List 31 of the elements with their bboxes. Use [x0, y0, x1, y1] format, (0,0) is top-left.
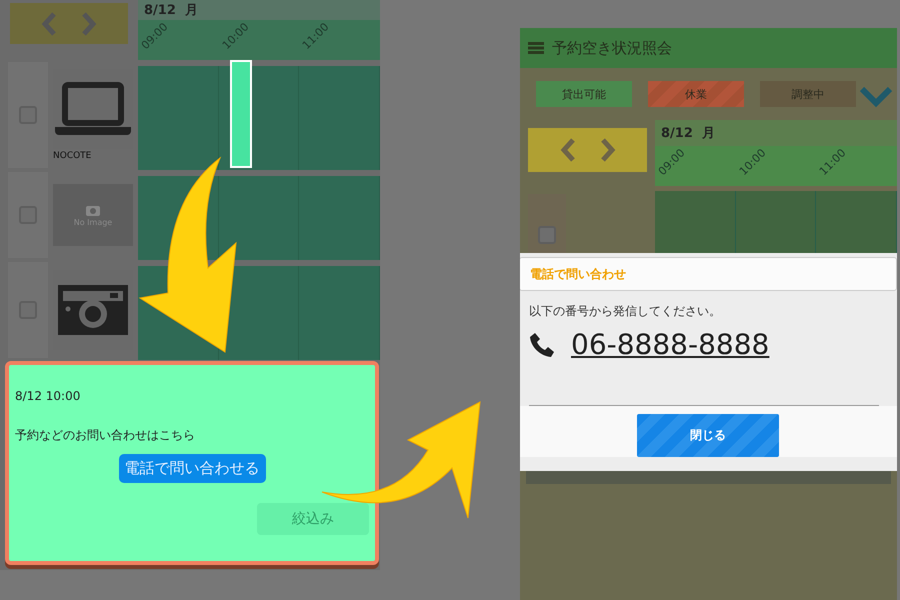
legend-tag: 休業 — [648, 81, 744, 107]
chevron-down-icon — [859, 86, 893, 108]
chevron-right-icon — [81, 10, 97, 36]
camera-icon — [86, 204, 100, 216]
legend-tag: 貸出可能 — [536, 81, 632, 107]
camera-icon — [58, 285, 128, 335]
dialog-message: 以下の番号から発信してください。 — [528, 303, 722, 320]
filter-button: 絞込み — [257, 503, 369, 535]
message-text: 予約などのお問い合わせはこちら — [14, 427, 196, 444]
phone-icon — [529, 332, 555, 358]
legend-tag: 調整中 — [760, 81, 856, 107]
screen-title: 予約空き状況照会 — [552, 38, 672, 58]
list-icon — [528, 42, 544, 54]
chevron-left-icon — [41, 10, 57, 36]
previous-button[interactable] — [41, 10, 57, 36]
selected-slot[interactable] — [230, 60, 252, 168]
chevron-right-icon — [600, 137, 616, 163]
date-label: 8/12 月 — [144, 2, 198, 19]
close-button[interactable]: 閉じる — [637, 414, 779, 457]
chevron-left-icon — [560, 137, 576, 163]
datetime-text: 8/12 10:00 — [14, 388, 82, 403]
previous-button[interactable] — [560, 137, 576, 163]
call-button[interactable]: 電話で問い合わせる — [118, 454, 266, 483]
date-label: 8/12 月 — [661, 125, 715, 142]
checkbox[interactable] — [538, 226, 556, 244]
next-button[interactable] — [81, 10, 97, 36]
laptop-icon — [55, 81, 131, 137]
phone-number-link[interactable]: 06-8888-8888 — [571, 328, 770, 361]
item-name: NOCOTE — [53, 151, 92, 161]
dialog-title: 電話で問い合わせ — [520, 257, 897, 291]
next-button[interactable] — [600, 137, 616, 163]
